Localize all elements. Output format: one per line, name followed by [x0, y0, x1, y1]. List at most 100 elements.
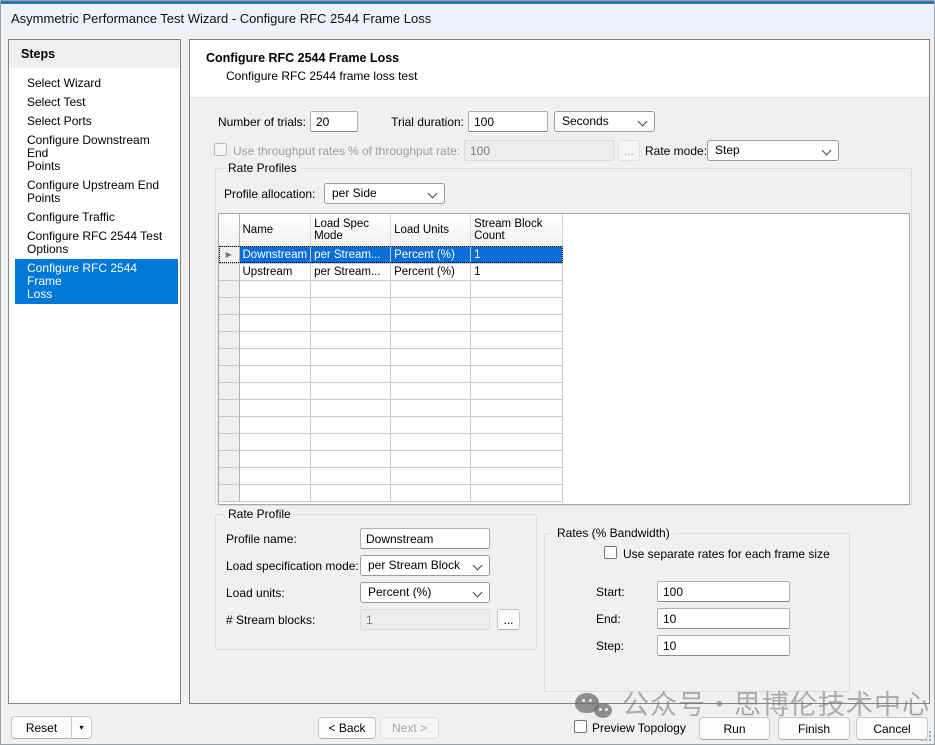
- grid-cell[interactable]: [311, 467, 391, 484]
- row-selector[interactable]: [219, 365, 239, 382]
- grid-cell[interactable]: [239, 433, 311, 450]
- load-spec-mode-select[interactable]: per Stream Block: [360, 555, 490, 576]
- grid-empty-row[interactable]: [219, 365, 563, 382]
- grid-cell[interactable]: [391, 280, 471, 297]
- row-selector[interactable]: [219, 314, 239, 331]
- grid-cell[interactable]: [471, 365, 563, 382]
- sidebar-item[interactable]: Configure Traffic: [15, 208, 178, 227]
- start-input[interactable]: [657, 581, 790, 602]
- grid-cell[interactable]: [471, 382, 563, 399]
- grid-empty-row[interactable]: [219, 297, 563, 314]
- grid-cell[interactable]: [391, 450, 471, 467]
- grid-cell[interactable]: [239, 484, 311, 501]
- grid-cell[interactable]: [311, 382, 391, 399]
- row-selector[interactable]: [219, 450, 239, 467]
- grid-cell[interactable]: 1: [471, 246, 563, 263]
- sidebar-item[interactable]: Configure RFC 2544 Frame Loss: [15, 259, 178, 304]
- sidebar-item[interactable]: Configure Downstream End Points: [15, 131, 178, 176]
- grid-cell[interactable]: [311, 331, 391, 348]
- trial-duration-unit-select[interactable]: Seconds: [554, 111, 655, 132]
- grid-empty-row[interactable]: [219, 467, 563, 484]
- grid-cell[interactable]: [471, 399, 563, 416]
- run-button[interactable]: Run: [699, 717, 770, 740]
- row-selector[interactable]: [219, 382, 239, 399]
- grid-cell[interactable]: [391, 399, 471, 416]
- grid-cell[interactable]: [471, 348, 563, 365]
- grid-cell[interactable]: Percent (%): [391, 263, 471, 280]
- row-selector[interactable]: [219, 484, 239, 501]
- grid-cell[interactable]: 1: [471, 263, 563, 280]
- grid-cell[interactable]: [311, 433, 391, 450]
- grid-row[interactable]: Upstreamper Stream...Percent (%)1: [219, 263, 563, 280]
- sidebar-item[interactable]: Configure RFC 2544 Test Options: [15, 227, 178, 259]
- end-input[interactable]: [657, 608, 790, 629]
- grid-cell[interactable]: [239, 331, 311, 348]
- grid-empty-row[interactable]: [219, 416, 563, 433]
- step-input[interactable]: [657, 635, 790, 656]
- grid-empty-row[interactable]: [219, 450, 563, 467]
- grid-cell[interactable]: [239, 450, 311, 467]
- grid-cell[interactable]: [391, 382, 471, 399]
- sidebar-item[interactable]: Select Test: [15, 93, 178, 112]
- grid-cell[interactable]: [239, 314, 311, 331]
- grid-cell[interactable]: [311, 280, 391, 297]
- finish-button[interactable]: Finish: [778, 717, 850, 740]
- preview-topology-checkbox[interactable]: [574, 720, 587, 733]
- row-selector[interactable]: [219, 399, 239, 416]
- grid-cell[interactable]: [471, 280, 563, 297]
- grid-cell[interactable]: [471, 450, 563, 467]
- row-selector[interactable]: [219, 263, 239, 280]
- row-selector[interactable]: [219, 297, 239, 314]
- sidebar-item[interactable]: Select Ports: [15, 112, 178, 131]
- grid-cell[interactable]: [311, 348, 391, 365]
- grid-column-header[interactable]: Load Spec Mode: [311, 214, 391, 246]
- sidebar-item[interactable]: Select Wizard: [15, 74, 178, 93]
- grid-cell[interactable]: [311, 365, 391, 382]
- grid-cell[interactable]: [471, 484, 563, 501]
- grid-cell[interactable]: [239, 280, 311, 297]
- profile-name-input[interactable]: [360, 528, 490, 549]
- grid-empty-row[interactable]: [219, 433, 563, 450]
- grid-cell[interactable]: [471, 314, 563, 331]
- grid-empty-row[interactable]: [219, 399, 563, 416]
- grid-empty-row[interactable]: [219, 382, 563, 399]
- grid-cell[interactable]: per Stream...: [311, 246, 391, 263]
- row-selector[interactable]: [219, 416, 239, 433]
- cancel-button[interactable]: Cancel: [856, 717, 928, 740]
- grid-cell[interactable]: [391, 365, 471, 382]
- grid-empty-row[interactable]: [219, 280, 563, 297]
- grid-empty-row[interactable]: [219, 484, 563, 501]
- load-units-select[interactable]: Percent (%): [360, 582, 490, 603]
- grid-column-header[interactable]: Load Units: [391, 214, 471, 246]
- grid-cell[interactable]: [239, 416, 311, 433]
- back-button[interactable]: < Back: [318, 717, 376, 739]
- row-selector[interactable]: ▶: [219, 246, 239, 263]
- grid-cell[interactable]: [391, 348, 471, 365]
- grid-cell[interactable]: [471, 433, 563, 450]
- grid-cell[interactable]: [471, 331, 563, 348]
- grid-row[interactable]: ▶Downstreamper Stream...Percent (%)1: [219, 246, 563, 263]
- grid-cell[interactable]: [311, 314, 391, 331]
- grid-empty-row[interactable]: [219, 314, 563, 331]
- grid-empty-row[interactable]: [219, 331, 563, 348]
- grid-cell[interactable]: [471, 416, 563, 433]
- grid-column-header[interactable]: Name: [239, 214, 311, 246]
- grid-cell[interactable]: [239, 348, 311, 365]
- row-selector[interactable]: [219, 348, 239, 365]
- grid-cell[interactable]: [471, 467, 563, 484]
- grid-cell[interactable]: [311, 484, 391, 501]
- grid-cell[interactable]: [391, 484, 471, 501]
- profile-allocation-select[interactable]: per Side: [324, 183, 445, 204]
- grid-cell[interactable]: [311, 399, 391, 416]
- rate-mode-select[interactable]: Step: [707, 140, 839, 161]
- grid-cell[interactable]: [391, 297, 471, 314]
- grid-cell[interactable]: [311, 450, 391, 467]
- row-selector[interactable]: [219, 331, 239, 348]
- grid-column-header[interactable]: Stream Block Count: [471, 214, 563, 246]
- grid-cell[interactable]: [239, 297, 311, 314]
- grid-cell[interactable]: [239, 399, 311, 416]
- row-selector[interactable]: [219, 467, 239, 484]
- grid-cell[interactable]: [391, 331, 471, 348]
- reset-dropdown-button[interactable]: ▾: [71, 716, 92, 739]
- grid-cell[interactable]: [239, 467, 311, 484]
